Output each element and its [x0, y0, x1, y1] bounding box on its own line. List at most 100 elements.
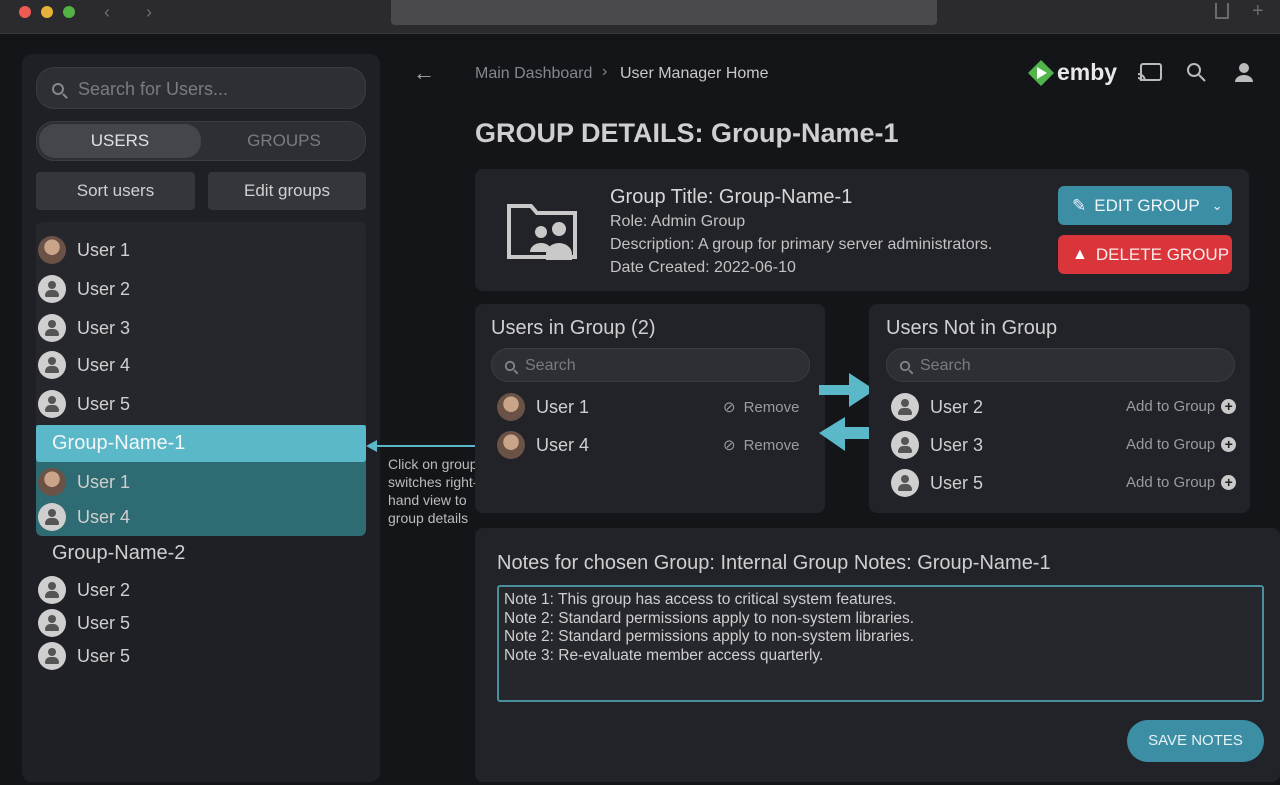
avatar — [891, 469, 919, 497]
avatar — [38, 468, 66, 496]
user-name: User 2 — [930, 396, 984, 417]
avatar — [891, 431, 919, 459]
user-name: User 1 — [77, 239, 131, 260]
save-notes-button[interactable]: SAVE NOTES — [1127, 720, 1264, 762]
group-description: Description: A group for primary server … — [610, 236, 993, 253]
group-title: Group Title: Group-Name-1 — [610, 186, 853, 208]
add-label: Add to Group — [1126, 474, 1216, 491]
sidebar-group-1[interactable]: Group-Name-1 — [36, 425, 366, 462]
table-row: User 5 — [875, 464, 1115, 502]
list-item[interactable]: User 4 — [22, 498, 380, 536]
delete-group-label: DELETE GROUP — [1095, 244, 1230, 264]
new-tab-icon[interactable]: + — [1252, 0, 1264, 23]
remove-user-4-button[interactable]: ⊘ Remove — [723, 436, 799, 454]
back-arrow-icon[interactable]: ← — [413, 60, 435, 86]
in-group-search-input[interactable]: Search — [491, 348, 810, 382]
breadcrumb-main-dashboard[interactable]: Main Dashboard — [475, 65, 592, 83]
list-item[interactable]: User 1 — [22, 463, 380, 501]
add-icon: + — [1221, 475, 1237, 490]
table-row: User 3 — [875, 426, 1115, 464]
tab-groups[interactable]: GROUPS — [203, 124, 365, 158]
delete-group-button[interactable]: ▲ DELETE GROUP — [1058, 235, 1232, 274]
transfer-arrows-icon — [819, 373, 875, 451]
sidebar-group-2[interactable]: Group-Name-2 — [52, 542, 185, 565]
group-folder-icon — [507, 204, 577, 260]
share-icon[interactable] — [1215, 3, 1229, 19]
add-user-5-button[interactable]: Add to Group + — [1126, 474, 1237, 491]
avatar — [497, 431, 525, 459]
user-name: User 1 — [536, 396, 590, 417]
search-icon — [52, 83, 64, 95]
search-placeholder: Search for Users... — [78, 79, 229, 99]
avatar — [38, 314, 66, 342]
user-name: User 5 — [77, 645, 131, 666]
remove-label: Remove — [743, 399, 800, 416]
group-date: Date Created: 2022-06-10 — [610, 259, 796, 276]
cast-icon[interactable] — [1137, 62, 1163, 82]
edit-group-label: EDIT GROUP — [1094, 195, 1200, 215]
brand-name: emby — [1057, 59, 1118, 85]
not-in-group-search-input[interactable]: Search — [886, 348, 1235, 382]
search-placeholder: Search — [920, 357, 971, 374]
chevron-down-icon: ⌄ — [1211, 197, 1223, 213]
user-name: User 4 — [536, 434, 590, 455]
search-icon — [504, 360, 516, 372]
add-icon: + — [1221, 399, 1237, 414]
avatar — [38, 236, 66, 264]
browser-toolbar: ‹ › + — [0, 0, 1280, 34]
browser-forward-icon[interactable]: › — [146, 2, 152, 23]
list-item[interactable]: User 5 — [22, 385, 380, 423]
add-label: Add to Group — [1126, 436, 1216, 453]
breadcrumb-current[interactable]: User Manager Home — [620, 65, 769, 83]
page-title: GROUP DETAILS: Group-Name-1 — [475, 118, 899, 148]
users-groups-toggle: USERS GROUPS — [36, 121, 366, 161]
group-role: Role: Admin Group — [610, 213, 746, 230]
close-window-button[interactable] — [19, 6, 31, 18]
avatar — [38, 609, 66, 637]
user-name: User 5 — [77, 393, 131, 414]
add-label: Add to Group — [1126, 398, 1216, 415]
list-item[interactable]: User 5 — [22, 637, 380, 675]
user-name: User 2 — [77, 579, 131, 600]
user-search-input[interactable]: Search for Users... — [36, 67, 366, 109]
notes-title: Notes for chosen Group: Internal Group N… — [497, 552, 1051, 574]
add-user-3-button[interactable]: Add to Group + — [1126, 436, 1237, 453]
avatar — [497, 393, 525, 421]
user-profile-icon[interactable] — [1234, 62, 1254, 82]
avatar — [38, 503, 66, 531]
search-placeholder: Search — [525, 357, 576, 374]
users-not-in-group-title: Users Not in Group — [886, 317, 1058, 339]
user-name: User 3 — [930, 434, 984, 455]
avatar — [38, 642, 66, 670]
remove-user-icon: ⊘ — [723, 437, 736, 454]
avatar — [38, 576, 66, 604]
edit-group-button[interactable]: ✎ EDIT GROUP ⌄ — [1058, 186, 1232, 225]
table-row: User 2 — [875, 388, 1115, 426]
users-in-group-title: Users in Group (2) — [491, 317, 656, 339]
warning-icon: ▲ — [1072, 245, 1088, 263]
list-item[interactable]: User 4 — [22, 346, 380, 384]
search-icon — [899, 360, 911, 372]
user-name: User 4 — [77, 354, 131, 375]
maximize-window-button[interactable] — [63, 6, 75, 18]
address-bar[interactable] — [391, 0, 937, 25]
avatar — [38, 351, 66, 379]
add-user-2-button[interactable]: Add to Group + — [1126, 398, 1237, 415]
list-item[interactable]: User 2 — [22, 270, 380, 308]
tab-users[interactable]: USERS — [39, 124, 201, 158]
user-name: User 5 — [930, 472, 984, 493]
pencil-icon: ✎ — [1072, 195, 1087, 215]
list-item[interactable]: User 3 — [22, 309, 380, 347]
user-name: User 5 — [77, 612, 131, 633]
search-icon[interactable] — [1186, 62, 1206, 82]
edit-groups-button[interactable]: Edit groups — [208, 172, 366, 210]
remove-user-1-button[interactable]: ⊘ Remove — [723, 398, 799, 416]
user-name: User 2 — [77, 278, 131, 299]
notes-textarea[interactable]: Note 1: This group has access to critica… — [497, 585, 1264, 702]
remove-label: Remove — [743, 437, 800, 454]
browser-back-icon[interactable]: ‹ — [104, 2, 110, 23]
minimize-window-button[interactable] — [41, 6, 53, 18]
sort-users-button[interactable]: Sort users — [36, 172, 195, 210]
list-item[interactable]: User 1 — [22, 231, 380, 269]
remove-user-icon: ⊘ — [723, 399, 736, 416]
